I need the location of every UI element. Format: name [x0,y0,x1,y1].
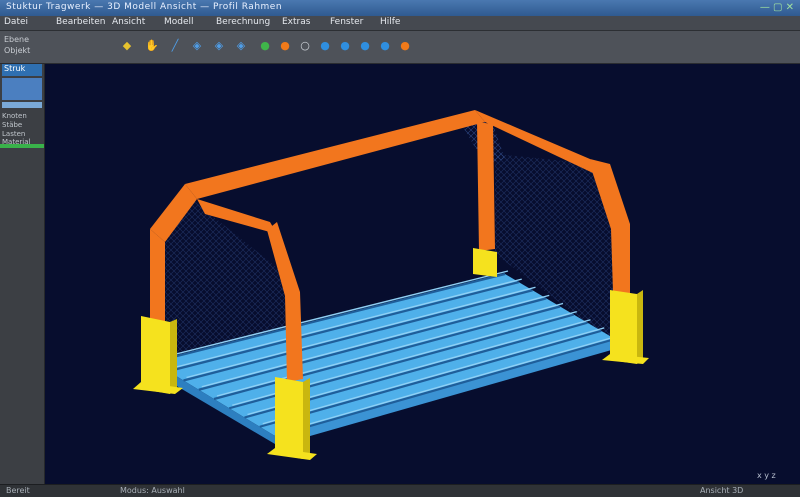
toolbar-label-layer[interactable]: Ebene [4,34,114,45]
record-icon[interactable]: ● [396,36,414,54]
sidebar-item-nodes[interactable]: Knoten [2,112,27,120]
view-side-icon[interactable]: ◈ [210,36,228,54]
sidebar: Struk Knoten Stäbe Lasten Material [0,64,45,484]
post-front-left [141,316,170,394]
fit-icon[interactable]: ● [356,36,374,54]
sidebar-preview [2,78,42,100]
view-iso-icon[interactable]: ◈ [232,36,250,54]
axis-label: x y z [757,471,776,480]
status-left: Bereit [6,486,30,495]
title-bar: Stuktur Tragwerk — 3D Modell Ansicht — P… [0,0,800,16]
window-title: Stuktur Tragwerk — 3D Modell Ansicht — P… [6,2,283,12]
window-controls[interactable]: — ▢ ✕ [760,2,794,13]
post-front-right-side [303,378,310,459]
menu-item-5[interactable]: Extras [282,17,310,27]
menu-bar: Datei Bearbeiten Ansicht Modell Berechnung Ex… [0,16,800,31]
sidebar-active-indicator [0,144,44,148]
pause-icon[interactable]: ○ [296,36,314,54]
select-icon[interactable]: ◆ [118,36,136,54]
toolbar-left-panel: Ebene Objekt [4,34,114,56]
menu-item-2[interactable]: Ansicht [112,17,145,27]
run-icon[interactable]: ● [256,36,274,54]
sidebar-selection[interactable] [2,102,42,108]
post-front-right [275,377,303,459]
menu-item-6[interactable]: Fenster [330,17,363,27]
post-back-right-side [637,290,643,364]
sidebar-header[interactable]: Struk [2,64,42,76]
view-front-icon[interactable]: ◈ [188,36,206,54]
status-view: Ansicht 3D [700,486,744,495]
frame-top-beam [185,110,485,199]
3d-viewport[interactable]: x y z [45,64,800,484]
frame-back-post-left [477,122,495,251]
stop-icon[interactable]: ● [276,36,294,54]
post-back-right [610,290,637,364]
toolbar-label-object[interactable]: Objekt [4,45,114,56]
sidebar-item-loads[interactable]: Lasten [2,130,25,138]
post-back-left [473,248,497,277]
menu-item-0[interactable]: Datei [4,17,28,27]
sidebar-item-members[interactable]: Stäbe [2,121,22,129]
menu-item-1[interactable]: Bearbeiten [56,17,105,27]
menu-item-7[interactable]: Hilfe [380,17,400,27]
menu-item-4[interactable]: Berechnung [216,17,270,27]
refresh-icon[interactable]: ● [316,36,334,54]
status-mode: Modus: Auswahl [120,486,185,495]
frame-left-post-front [150,229,165,322]
status-bar: Bereit Modus: Auswahl Ansicht 3D [0,484,800,497]
model-canvas[interactable]: x y z [45,64,800,484]
post-front-left-side [170,319,177,394]
menu-item-3[interactable]: Modell [164,17,194,27]
hand-icon[interactable]: ✋ [143,36,161,54]
line-icon[interactable]: ╱ [166,36,184,54]
rotate-icon[interactable]: ● [376,36,394,54]
toolbar: Ebene Objekt ◆ ✋ ╱ ◈ ◈ ◈ ● ● ○ ● ● ● ● ● [0,31,800,64]
zoom-icon[interactable]: ● [336,36,354,54]
